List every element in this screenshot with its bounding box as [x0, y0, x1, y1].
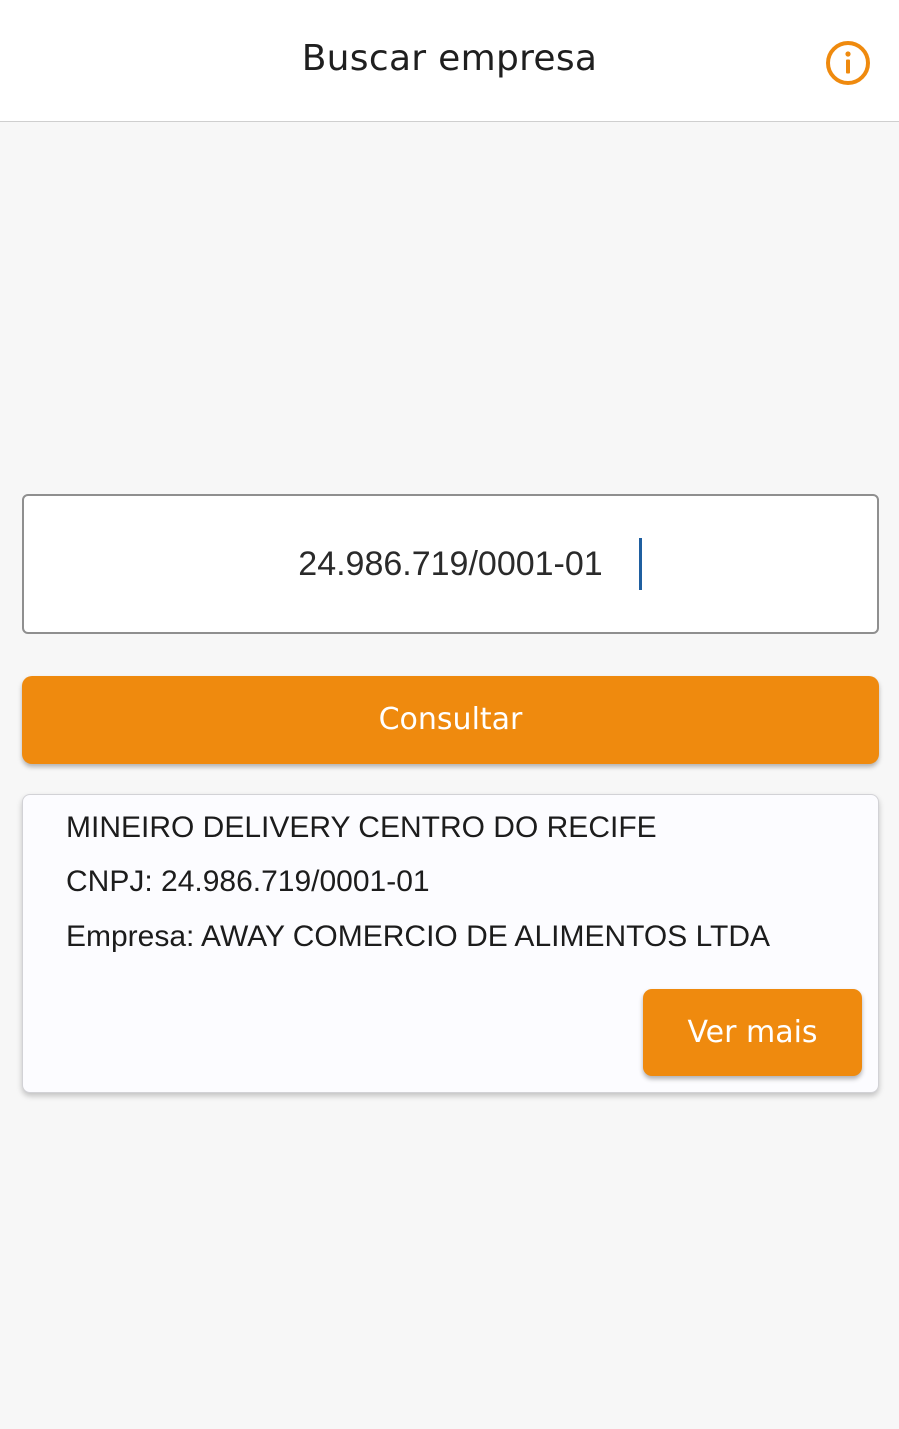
- text-cursor: [639, 538, 642, 590]
- info-button[interactable]: [825, 40, 871, 86]
- app-bar: Buscar empresa: [0, 0, 899, 122]
- result-legal-name: Empresa: AWAY COMERCIO DE ALIMENTOS LTDA: [66, 920, 771, 953]
- page-title: Buscar empresa: [301, 38, 598, 79]
- cnpj-search-field[interactable]: [22, 494, 879, 634]
- result-company-name: MINEIRO DELIVERY CENTRO DO RECIFE: [66, 811, 657, 844]
- result-card: MINEIRO DELIVERY CENTRO DO RECIFE CNPJ: …: [22, 794, 879, 1093]
- cnpj-search-input[interactable]: [24, 496, 877, 632]
- see-more-button[interactable]: Ver mais: [643, 989, 862, 1076]
- consult-button[interactable]: Consultar: [22, 676, 879, 764]
- info-circle-icon: [826, 41, 870, 85]
- result-cnpj: CNPJ: 24.986.719/0001-01: [66, 865, 430, 898]
